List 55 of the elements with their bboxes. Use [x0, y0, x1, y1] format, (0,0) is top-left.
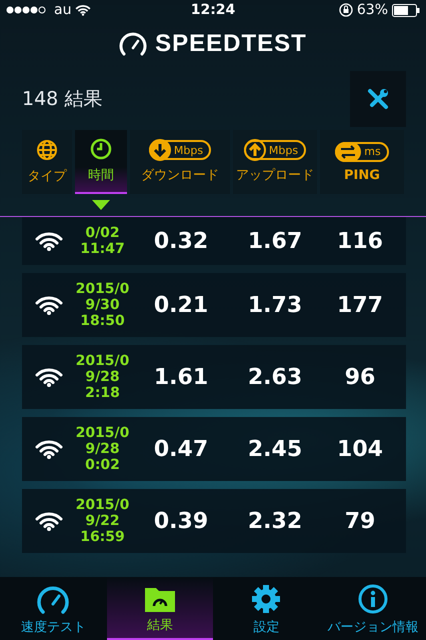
ping-value: 104: [336, 436, 384, 462]
upload-value: 2.32: [246, 508, 304, 534]
sort-indicator-icon: [92, 200, 110, 210]
tools-icon: [366, 87, 390, 111]
result-count: 148 結果: [22, 87, 102, 112]
download-value: 0.32: [152, 228, 210, 254]
tools-button[interactable]: [350, 71, 406, 127]
column-header[interactable]: Mbps アップロード: [233, 130, 317, 194]
wifi-icon: [75, 4, 92, 16]
column-header[interactable]: ms PING: [320, 130, 404, 194]
tab-bar-item[interactable]: バージョン情報: [320, 577, 426, 640]
tab-bar-item[interactable]: 設定: [213, 577, 320, 640]
test-date: 2015/0 9/28 2:18: [75, 353, 130, 401]
carrier-name: au: [54, 2, 72, 18]
wifi-icon: [34, 231, 62, 251]
upload-value: 2.45: [246, 436, 304, 462]
unit-badge: Mbps: [148, 140, 212, 160]
test-date: 2015/0 9/28 0:02: [75, 425, 130, 473]
clock-time: 12:24: [190, 2, 236, 18]
upload-value: 1.73: [246, 292, 304, 318]
gauge-icon: [119, 32, 148, 56]
ping-value: 177: [336, 292, 384, 318]
settings-icon: [251, 584, 282, 614]
download-value: 0.47: [152, 436, 210, 462]
download-value: 0.21: [152, 292, 210, 318]
rotation-lock-icon: [338, 3, 353, 17]
ping-value: 96: [344, 364, 376, 390]
exchange-icon: [335, 142, 362, 162]
wifi-icon: [34, 439, 62, 459]
upload-value: 2.63: [246, 364, 304, 390]
wifi-icon: [34, 295, 62, 315]
clock-icon: [90, 138, 112, 160]
globe-icon: [36, 139, 58, 161]
download-value: 1.61: [152, 364, 210, 390]
tab-bar-item[interactable]: 結果: [106, 577, 213, 640]
unit-badge: ms: [335, 142, 389, 162]
test-date: 0/02 11:47: [79, 225, 126, 257]
ping-value: 79: [344, 508, 376, 534]
test-date: 2015/0 9/22 16:59: [75, 497, 130, 545]
info-icon: [358, 584, 388, 614]
unit-badge: Mbps: [244, 140, 306, 160]
column-header[interactable]: 時間: [75, 130, 127, 194]
app-title: SPEEDTEST: [155, 30, 307, 58]
gauge-icon: [37, 586, 70, 614]
battery-icon: [392, 4, 420, 16]
battery-percent: 63%: [356, 2, 388, 18]
wifi-icon: [34, 511, 62, 531]
download-value: 0.39: [152, 508, 210, 534]
column-header[interactable]: Mbps ダウンロード: [130, 130, 230, 194]
test-date: 2015/0 9/30 18:50: [75, 281, 130, 329]
tab-bar-item[interactable]: 速度テスト: [0, 577, 106, 640]
column-header[interactable]: タイプ: [22, 130, 72, 194]
upload-value: 1.67: [246, 228, 304, 254]
ping-value: 116: [336, 228, 384, 254]
wifi-icon: [34, 367, 62, 387]
